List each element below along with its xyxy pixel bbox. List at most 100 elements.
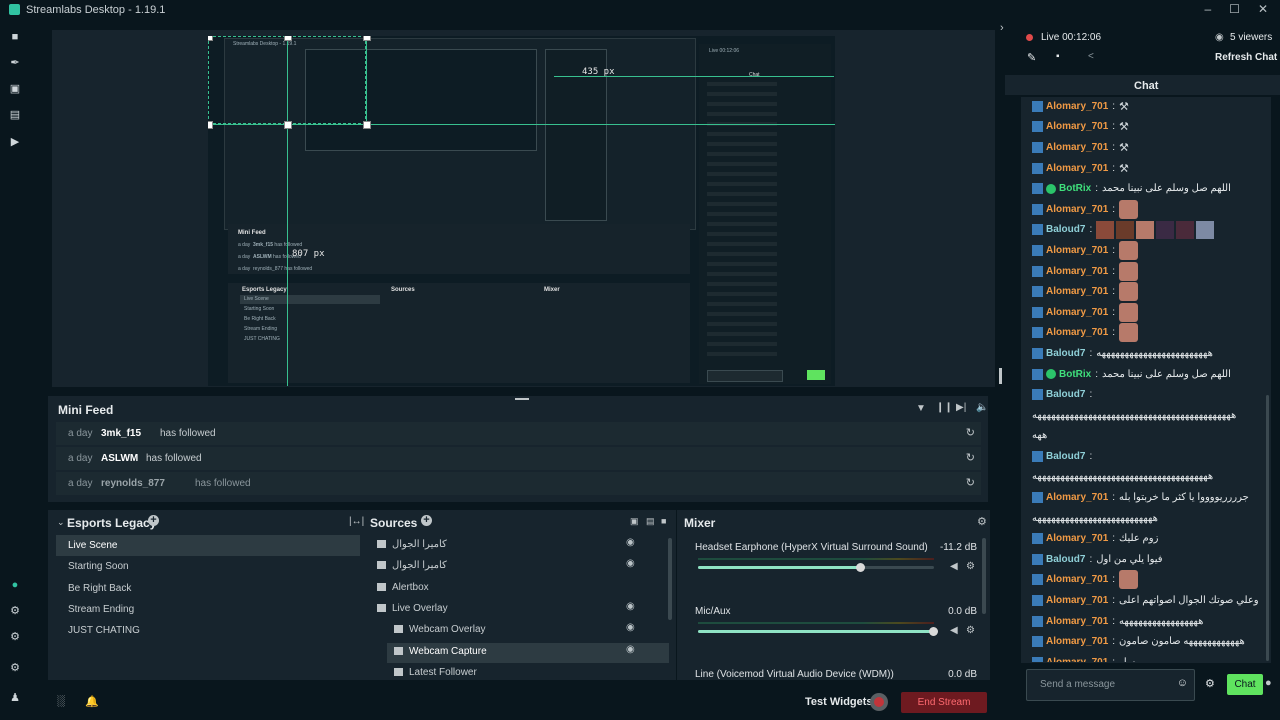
- settings-icon[interactable]: ⚙: [9, 662, 21, 674]
- chat-username[interactable]: Alomary_701: [1046, 595, 1108, 606]
- close-icon[interactable]: ✕: [1258, 2, 1268, 16]
- chat-username[interactable]: Alomary_701: [1046, 101, 1108, 112]
- scene-item[interactable]: Starting Soon: [68, 561, 129, 572]
- collapse-right-icon[interactable]: ›: [1000, 22, 1004, 34]
- refresh-chat-button[interactable]: Refresh Chat: [1215, 52, 1277, 63]
- editor-resize-handle[interactable]: [999, 368, 1002, 384]
- sources-scrollbar[interactable]: [668, 538, 672, 620]
- source-item[interactable]: كاميرا الجوال: [392, 539, 447, 550]
- volume-icon[interactable]: 🔈: [976, 402, 988, 413]
- maximize-icon[interactable]: ☐: [1229, 2, 1240, 16]
- chat-username[interactable]: Alomary_701: [1046, 307, 1108, 318]
- chat-username[interactable]: Baloud7: [1046, 389, 1085, 400]
- mixer-source-settings-icon[interactable]: ⚙: [966, 625, 975, 636]
- record-icon[interactable]: ▪: [1056, 51, 1060, 62]
- emoji-icon[interactable]: ☺: [1177, 677, 1188, 689]
- chat-username[interactable]: Alomary_701: [1046, 142, 1108, 153]
- volume-slider-knob[interactable]: [856, 563, 865, 572]
- layout-icon[interactable]: ▤: [9, 109, 21, 121]
- source-item[interactable]: Latest Follower: [409, 667, 477, 678]
- chat-username[interactable]: Alomary_701: [1046, 636, 1108, 647]
- settings-gear-icon-2[interactable]: ⚙: [9, 631, 21, 643]
- visibility-icon[interactable]: ◉: [626, 559, 638, 569]
- profile-icon[interactable]: ♟: [9, 692, 21, 704]
- add-scene-icon[interactable]: +: [148, 515, 159, 526]
- feed-row[interactable]: a day reynolds_877 has followed ↻: [56, 472, 981, 495]
- chat-settings-icon[interactable]: ⚙: [1205, 677, 1215, 690]
- source-delete-icon[interactable]: ■: [661, 516, 666, 526]
- chat-username[interactable]: Alomary_701: [1046, 286, 1108, 297]
- chat-username[interactable]: Alomary_701: [1046, 163, 1108, 174]
- editor-icon[interactable]: ■: [9, 31, 21, 43]
- skip-icon[interactable]: ▶|: [956, 402, 966, 413]
- share-icon[interactable]: <: [1088, 51, 1094, 62]
- chat-username[interactable]: Alomary_701: [1046, 266, 1108, 277]
- replay-icon[interactable]: ↻: [966, 426, 975, 439]
- chat-username[interactable]: Baloud7: [1046, 554, 1085, 565]
- minimize-icon[interactable]: –: [1204, 2, 1211, 16]
- chat-username[interactable]: Baloud7: [1046, 348, 1085, 359]
- chat-username[interactable]: Alomary_701: [1046, 204, 1108, 215]
- notifications-bell-icon[interactable]: 🔔: [85, 695, 99, 708]
- volume-slider-knob[interactable]: [929, 626, 938, 636]
- collection-chevron-icon[interactable]: ⌄: [57, 517, 65, 528]
- chat-username[interactable]: Baloud7: [1046, 451, 1085, 462]
- speaker-icon[interactable]: ◀: [950, 625, 958, 636]
- scene-item[interactable]: Live Scene: [68, 540, 117, 551]
- folder-icon[interactable]: ▤: [646, 516, 655, 527]
- scene-collection-title[interactable]: Esports Legacy: [67, 516, 156, 530]
- visibility-icon[interactable]: ◉: [626, 538, 638, 548]
- add-source-icon[interactable]: +: [421, 515, 432, 526]
- chat-username[interactable]: Baloud7: [1046, 224, 1085, 235]
- mixer-source-settings-icon[interactable]: ⚙: [966, 561, 975, 572]
- chat-username[interactable]: Alomary_701: [1046, 245, 1108, 256]
- pause-icon[interactable]: ❙❙: [936, 402, 953, 413]
- chat-username[interactable]: Alomary_701: [1046, 492, 1108, 503]
- source-item[interactable]: كاميرا الجوال: [392, 560, 447, 571]
- chat-username[interactable]: Alomary_701: [1046, 574, 1108, 585]
- settings-gear-icon-1[interactable]: ⚙: [9, 605, 21, 617]
- chat-username[interactable]: Alomary_701: [1046, 121, 1108, 132]
- send-message-input[interactable]: Send a message ☺: [1026, 669, 1195, 701]
- speaker-icon[interactable]: ◀: [950, 561, 958, 572]
- feed-row[interactable]: a day ASLWM has followed ↻: [56, 447, 981, 470]
- themes-icon[interactable]: ✒: [9, 57, 21, 69]
- chat-username[interactable]: Alomary_701: [1046, 657, 1108, 662]
- test-widgets-toggle[interactable]: [870, 693, 888, 711]
- chat-send-button[interactable]: Chat: [1227, 674, 1263, 695]
- filter-icon[interactable]: ▼: [916, 403, 926, 414]
- visibility-icon[interactable]: ◉: [626, 601, 638, 611]
- scene-item[interactable]: JUST CHATING: [68, 625, 140, 636]
- source-item[interactable]: Webcam Capture: [409, 646, 487, 657]
- stats-icon[interactable]: ░: [57, 695, 65, 707]
- chat-username[interactable]: Alomary_701: [1046, 327, 1108, 338]
- source-copy-icon[interactable]: ▣: [630, 516, 639, 527]
- replay-icon[interactable]: ↻: [966, 476, 975, 489]
- chat-username[interactable]: BotRix: [1059, 183, 1091, 194]
- play-icon[interactable]: ▶: [9, 136, 21, 148]
- end-stream-button[interactable]: End Stream: [901, 692, 987, 713]
- minifeed-drag-handle[interactable]: [515, 398, 529, 400]
- stream-status-icon[interactable]: ●: [9, 579, 21, 591]
- source-item[interactable]: Alertbox: [392, 582, 429, 593]
- feed-row[interactable]: a day 3mk_f15 has followed ↻: [56, 422, 981, 445]
- selection-box[interactable]: [208, 36, 366, 124]
- scene-transition-icon[interactable]: |↔|: [349, 516, 364, 527]
- store-icon[interactable]: ▣: [9, 83, 21, 95]
- chat-username[interactable]: Alomary_701: [1046, 533, 1108, 544]
- edit-stream-info-icon[interactable]: ✎: [1027, 51, 1036, 64]
- visibility-icon[interactable]: ◉: [626, 644, 638, 654]
- mic-icon[interactable]: ●: [1265, 677, 1272, 689]
- chat-username[interactable]: BotRix: [1059, 369, 1091, 380]
- test-widgets-label[interactable]: Test Widgets: [805, 696, 873, 708]
- mixer-settings-icon[interactable]: ⚙: [977, 515, 987, 528]
- chat-username[interactable]: Alomary_701: [1046, 616, 1108, 627]
- source-item[interactable]: Webcam Overlay: [409, 624, 486, 635]
- preview-canvas[interactable]: Streamlabs Desktop - 1.19.1 Mini Feed a …: [208, 36, 835, 386]
- visibility-icon[interactable]: ◉: [626, 623, 638, 633]
- scene-item[interactable]: Be Right Back: [68, 583, 131, 594]
- scene-item[interactable]: Stream Ending: [68, 604, 134, 615]
- source-item[interactable]: Live Overlay: [392, 603, 448, 614]
- replay-icon[interactable]: ↻: [966, 451, 975, 464]
- mixer-scrollbar[interactable]: [982, 538, 986, 614]
